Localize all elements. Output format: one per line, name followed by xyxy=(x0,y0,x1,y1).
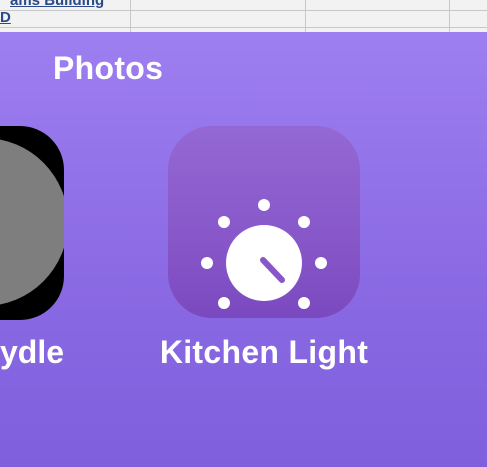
screen: ams Building D Photos ydle Kitchen Light xyxy=(0,0,487,467)
app-label-left: ydle xyxy=(0,334,64,370)
spreadsheet-column-divider xyxy=(130,0,131,34)
background-spreadsheet: ams Building D xyxy=(0,0,487,34)
gray-circle-icon xyxy=(0,138,64,306)
kitchen-light-app-icon[interactable] xyxy=(168,126,360,318)
app-icon-left[interactable] xyxy=(0,126,64,320)
spreadsheet-column-divider xyxy=(449,0,450,34)
spreadsheet-cell-link[interactable]: D xyxy=(0,9,11,26)
spreadsheet-row xyxy=(0,11,487,28)
kitchen-light-app-label: Kitchen Light xyxy=(159,334,369,370)
dimmer-knob-icon xyxy=(201,199,327,309)
spreadsheet-cell-link[interactable]: ams Building xyxy=(10,0,104,9)
panel-title: Photos xyxy=(53,50,164,86)
spreadsheet-column-divider xyxy=(305,0,306,34)
